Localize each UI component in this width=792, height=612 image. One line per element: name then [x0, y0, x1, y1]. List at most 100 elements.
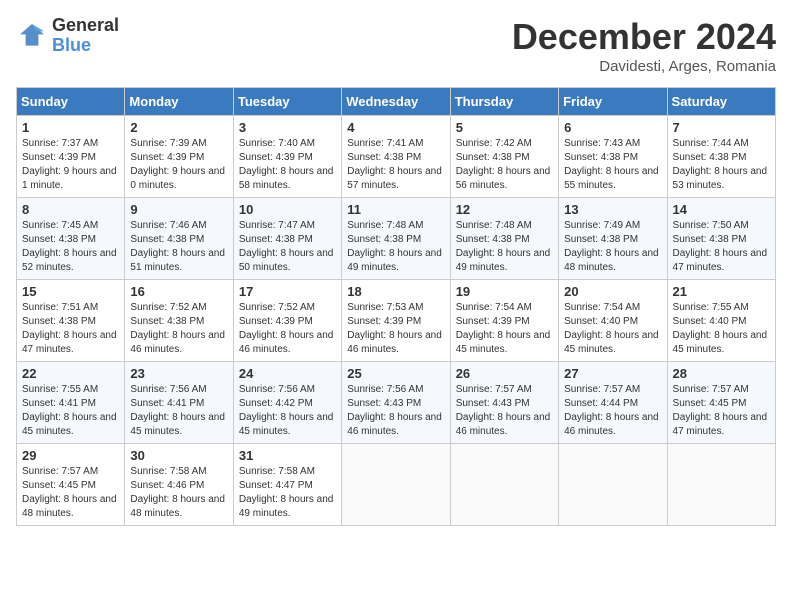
sunset-label: Sunset: 4:38 PM [22, 234, 96, 245]
sunrise-label: Sunrise: 7:45 AM [22, 220, 98, 231]
calendar-cell: 14 Sunrise: 7:50 AM Sunset: 4:38 PM Dayl… [667, 198, 775, 280]
day-info: Sunrise: 7:45 AM Sunset: 4:38 PM Dayligh… [22, 219, 119, 275]
day-info: Sunrise: 7:49 AM Sunset: 4:38 PM Dayligh… [564, 219, 661, 275]
calendar-cell: 18 Sunrise: 7:53 AM Sunset: 4:39 PM Dayl… [342, 280, 450, 362]
daylight-label: Daylight: 8 hours and 50 minutes. [239, 248, 334, 273]
calendar-cell: 28 Sunrise: 7:57 AM Sunset: 4:45 PM Dayl… [667, 362, 775, 444]
sunrise-label: Sunrise: 7:39 AM [130, 138, 206, 149]
day-info: Sunrise: 7:55 AM Sunset: 4:41 PM Dayligh… [22, 383, 119, 439]
daylight-label: Daylight: 8 hours and 45 minutes. [673, 330, 768, 355]
calendar-cell: 26 Sunrise: 7:57 AM Sunset: 4:43 PM Dayl… [450, 362, 558, 444]
sunrise-label: Sunrise: 7:50 AM [673, 220, 749, 231]
sunset-label: Sunset: 4:38 PM [673, 234, 747, 245]
daylight-label: Daylight: 8 hours and 46 minutes. [239, 330, 334, 355]
logo-text: General Blue [52, 16, 119, 56]
title-block: December 2024 Davidesti, Arges, Romania [512, 16, 776, 75]
sunrise-label: Sunrise: 7:53 AM [347, 302, 423, 313]
sunset-label: Sunset: 4:39 PM [130, 152, 204, 163]
sunrise-label: Sunrise: 7:37 AM [22, 138, 98, 149]
daylight-label: Daylight: 8 hours and 55 minutes. [564, 166, 659, 191]
sunset-label: Sunset: 4:38 PM [22, 316, 96, 327]
sunrise-label: Sunrise: 7:51 AM [22, 302, 98, 313]
calendar-week-row: 15 Sunrise: 7:51 AM Sunset: 4:38 PM Dayl… [17, 280, 776, 362]
sunset-label: Sunset: 4:47 PM [239, 480, 313, 491]
calendar-cell: 15 Sunrise: 7:51 AM Sunset: 4:38 PM Dayl… [17, 280, 125, 362]
day-number: 21 [673, 284, 770, 299]
day-number: 26 [456, 366, 553, 381]
weekday-header-tuesday: Tuesday [233, 88, 341, 116]
day-info: Sunrise: 7:57 AM Sunset: 4:45 PM Dayligh… [673, 383, 770, 439]
calendar-cell: 4 Sunrise: 7:41 AM Sunset: 4:38 PM Dayli… [342, 116, 450, 198]
calendar-cell: 24 Sunrise: 7:56 AM Sunset: 4:42 PM Dayl… [233, 362, 341, 444]
logo-icon [16, 20, 48, 52]
page-header: General Blue December 2024 Davidesti, Ar… [16, 16, 776, 75]
daylight-label: Daylight: 8 hours and 48 minutes. [130, 494, 225, 519]
sunset-label: Sunset: 4:39 PM [239, 152, 313, 163]
sunrise-label: Sunrise: 7:49 AM [564, 220, 640, 231]
weekday-header-saturday: Saturday [667, 88, 775, 116]
day-number: 17 [239, 284, 336, 299]
calendar-cell: 3 Sunrise: 7:40 AM Sunset: 4:39 PM Dayli… [233, 116, 341, 198]
day-number: 14 [673, 202, 770, 217]
calendar-cell: 23 Sunrise: 7:56 AM Sunset: 4:41 PM Dayl… [125, 362, 233, 444]
daylight-label: Daylight: 8 hours and 46 minutes. [564, 412, 659, 437]
sunrise-label: Sunrise: 7:52 AM [130, 302, 206, 313]
weekday-header-friday: Friday [559, 88, 667, 116]
daylight-label: Daylight: 8 hours and 46 minutes. [456, 412, 551, 437]
calendar-cell: 21 Sunrise: 7:55 AM Sunset: 4:40 PM Dayl… [667, 280, 775, 362]
sunrise-label: Sunrise: 7:55 AM [673, 302, 749, 313]
sunset-label: Sunset: 4:40 PM [564, 316, 638, 327]
calendar-cell [559, 444, 667, 526]
calendar-cell: 13 Sunrise: 7:49 AM Sunset: 4:38 PM Dayl… [559, 198, 667, 280]
sunset-label: Sunset: 4:46 PM [130, 480, 204, 491]
day-info: Sunrise: 7:56 AM Sunset: 4:41 PM Dayligh… [130, 383, 227, 439]
day-number: 31 [239, 448, 336, 463]
daylight-label: Daylight: 8 hours and 45 minutes. [22, 412, 117, 437]
daylight-label: Daylight: 9 hours and 0 minutes. [130, 166, 225, 191]
daylight-label: Daylight: 8 hours and 58 minutes. [239, 166, 334, 191]
daylight-label: Daylight: 8 hours and 49 minutes. [347, 248, 442, 273]
sunset-label: Sunset: 4:38 PM [130, 234, 204, 245]
day-info: Sunrise: 7:52 AM Sunset: 4:39 PM Dayligh… [239, 301, 336, 357]
sunrise-label: Sunrise: 7:56 AM [130, 384, 206, 395]
weekday-header-thursday: Thursday [450, 88, 558, 116]
day-info: Sunrise: 7:47 AM Sunset: 4:38 PM Dayligh… [239, 219, 336, 275]
sunrise-label: Sunrise: 7:57 AM [456, 384, 532, 395]
sunrise-label: Sunrise: 7:54 AM [564, 302, 640, 313]
day-number: 2 [130, 120, 227, 135]
daylight-label: Daylight: 8 hours and 46 minutes. [347, 330, 442, 355]
daylight-label: Daylight: 8 hours and 56 minutes. [456, 166, 551, 191]
sunset-label: Sunset: 4:42 PM [239, 398, 313, 409]
day-info: Sunrise: 7:54 AM Sunset: 4:40 PM Dayligh… [564, 301, 661, 357]
sunset-label: Sunset: 4:43 PM [456, 398, 530, 409]
day-info: Sunrise: 7:58 AM Sunset: 4:47 PM Dayligh… [239, 465, 336, 521]
day-number: 20 [564, 284, 661, 299]
day-info: Sunrise: 7:58 AM Sunset: 4:46 PM Dayligh… [130, 465, 227, 521]
daylight-label: Daylight: 8 hours and 45 minutes. [239, 412, 334, 437]
day-info: Sunrise: 7:50 AM Sunset: 4:38 PM Dayligh… [673, 219, 770, 275]
sunset-label: Sunset: 4:41 PM [130, 398, 204, 409]
sunset-label: Sunset: 4:38 PM [347, 152, 421, 163]
weekday-header-wednesday: Wednesday [342, 88, 450, 116]
day-number: 4 [347, 120, 444, 135]
daylight-label: Daylight: 8 hours and 48 minutes. [22, 494, 117, 519]
calendar-cell: 27 Sunrise: 7:57 AM Sunset: 4:44 PM Dayl… [559, 362, 667, 444]
day-info: Sunrise: 7:57 AM Sunset: 4:43 PM Dayligh… [456, 383, 553, 439]
sunrise-label: Sunrise: 7:52 AM [239, 302, 315, 313]
calendar-cell: 9 Sunrise: 7:46 AM Sunset: 4:38 PM Dayli… [125, 198, 233, 280]
sunset-label: Sunset: 4:44 PM [564, 398, 638, 409]
day-number: 13 [564, 202, 661, 217]
calendar-cell: 10 Sunrise: 7:47 AM Sunset: 4:38 PM Dayl… [233, 198, 341, 280]
day-info: Sunrise: 7:56 AM Sunset: 4:42 PM Dayligh… [239, 383, 336, 439]
daylight-label: Daylight: 8 hours and 45 minutes. [130, 412, 225, 437]
day-number: 11 [347, 202, 444, 217]
day-number: 28 [673, 366, 770, 381]
day-info: Sunrise: 7:52 AM Sunset: 4:38 PM Dayligh… [130, 301, 227, 357]
weekday-header-row: SundayMondayTuesdayWednesdayThursdayFrid… [17, 88, 776, 116]
calendar-cell: 20 Sunrise: 7:54 AM Sunset: 4:40 PM Dayl… [559, 280, 667, 362]
calendar-cell: 30 Sunrise: 7:58 AM Sunset: 4:46 PM Dayl… [125, 444, 233, 526]
day-number: 16 [130, 284, 227, 299]
sunrise-label: Sunrise: 7:46 AM [130, 220, 206, 231]
sunrise-label: Sunrise: 7:57 AM [673, 384, 749, 395]
day-info: Sunrise: 7:39 AM Sunset: 4:39 PM Dayligh… [130, 137, 227, 193]
